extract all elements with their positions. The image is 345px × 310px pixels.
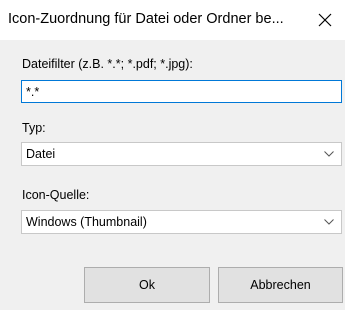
type-select[interactable]: Datei <box>21 142 342 166</box>
icon-source-select[interactable]: Windows (Thumbnail) <box>21 210 342 234</box>
cancel-button[interactable]: Abbrechen <box>218 267 343 303</box>
dialog-window: Icon-Zuordnung für Datei oder Ordner be.… <box>0 0 345 310</box>
icon-source-select-value: Windows (Thumbnail) <box>26 215 147 229</box>
dialog-content: Dateifilter (z.B. *.*; *.pdf; *.jpg): Ty… <box>0 40 345 310</box>
type-label: Typ: <box>22 121 46 135</box>
window-title: Icon-Zuordnung für Datei oder Ordner be.… <box>8 11 284 27</box>
chevron-down-icon <box>317 143 341 165</box>
filter-input[interactable] <box>21 80 342 103</box>
type-select-value: Datei <box>26 147 56 161</box>
icon-source-label: Icon-Quelle: <box>22 188 90 202</box>
filter-label: Dateifilter (z.B. *.*; *.pdf; *.jpg): <box>22 57 193 71</box>
title-bar[interactable]: Icon-Zuordnung für Datei oder Ordner be.… <box>0 0 345 40</box>
chevron-down-icon <box>317 211 341 233</box>
close-icon <box>318 13 332 27</box>
ok-button[interactable]: Ok <box>84 267 210 303</box>
close-button[interactable] <box>305 0 345 40</box>
